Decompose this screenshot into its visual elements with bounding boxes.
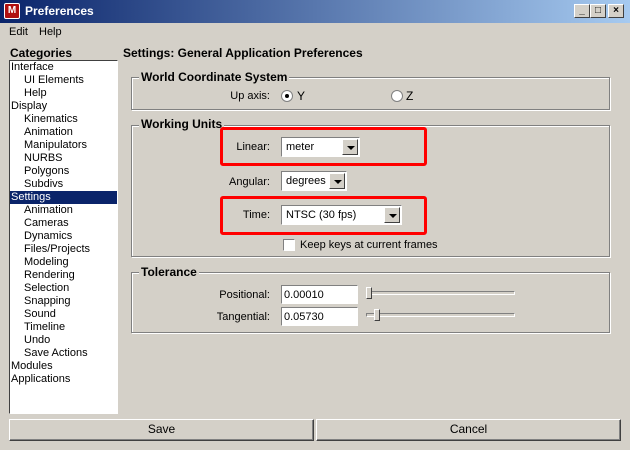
category-item[interactable]: Modeling — [24, 256, 69, 269]
up-axis-label: Up axis: — [230, 90, 270, 102]
minimize-button[interactable]: _ — [574, 4, 590, 18]
app-icon: M — [4, 3, 20, 19]
positional-label: Positional: — [219, 289, 270, 301]
category-item[interactable]: Cameras — [24, 217, 69, 230]
category-item[interactable]: Subdivs — [24, 178, 63, 191]
category-item[interactable]: Polygons — [24, 165, 69, 178]
menu-bar: Edit Help — [0, 23, 630, 41]
category-item[interactable]: Interface — [11, 61, 54, 74]
window-title: Preferences — [25, 4, 94, 18]
category-item[interactable]: Dynamics — [24, 230, 72, 243]
category-item[interactable]: Undo — [24, 334, 50, 347]
category-item[interactable]: Animation — [24, 204, 73, 217]
angular-label: Angular: — [229, 176, 270, 188]
category-item[interactable]: Settings — [10, 191, 117, 204]
time-value: NTSC (30 fps) — [286, 209, 357, 221]
category-item[interactable]: Files/Projects — [24, 243, 90, 256]
chevron-down-icon[interactable] — [329, 173, 345, 189]
tolerance-group — [131, 272, 610, 333]
tangential-slider-track[interactable] — [366, 313, 515, 317]
category-item[interactable]: NURBS — [24, 152, 63, 165]
up-axis-y-label: Y — [297, 89, 306, 103]
save-button[interactable]: Save — [9, 419, 314, 441]
categories-label: Categories — [10, 46, 73, 60]
up-axis-z-radio[interactable] — [391, 90, 403, 102]
close-button[interactable]: × — [608, 4, 624, 18]
menu-edit[interactable]: Edit — [9, 26, 28, 38]
linear-value: meter — [286, 141, 315, 153]
category-item[interactable]: Modules — [11, 360, 53, 373]
positional-field[interactable]: 0.00010 — [281, 285, 358, 304]
time-label: Time: — [242, 209, 270, 221]
angular-dropdown[interactable]: degrees — [281, 171, 347, 191]
world-coordinate-title: World Coordinate System — [139, 70, 290, 84]
cancel-button[interactable]: Cancel — [316, 419, 621, 441]
category-item[interactable]: Display — [11, 100, 47, 113]
chevron-down-icon[interactable] — [342, 139, 358, 155]
categories-list[interactable]: Interface UI Elements Help Display Kinematic… — [9, 60, 118, 414]
linear-label: Linear: — [236, 141, 270, 153]
category-item[interactable]: Snapping — [24, 295, 71, 308]
up-axis-y-radio[interactable] — [281, 90, 293, 102]
working-units-title: Working Units — [139, 117, 225, 131]
category-item[interactable]: Manipulators — [24, 139, 87, 152]
linear-dropdown[interactable]: meter — [281, 137, 360, 157]
category-item[interactable]: Kinematics — [24, 113, 78, 126]
category-item[interactable]: UI Elements — [24, 74, 84, 87]
angular-value: degrees — [286, 175, 326, 187]
up-axis-z-label: Z — [406, 89, 414, 103]
category-item[interactable]: Save Actions — [24, 347, 88, 360]
keep-keys-label: Keep keys at current frames — [300, 239, 438, 251]
positional-slider-track[interactable] — [366, 291, 515, 295]
tangential-label: Tangential: — [216, 311, 270, 323]
chevron-down-icon[interactable] — [384, 207, 400, 223]
category-item[interactable]: Help — [24, 87, 47, 100]
category-item[interactable]: Sound — [24, 308, 56, 321]
category-item[interactable]: Applications — [11, 373, 70, 386]
title-bar: M Preferences _ □ × — [0, 0, 630, 23]
tolerance-title: Tolerance — [139, 265, 199, 279]
maximize-button[interactable]: □ — [590, 4, 606, 18]
category-item[interactable]: Rendering — [24, 269, 75, 282]
category-item[interactable]: Selection — [24, 282, 69, 295]
menu-help[interactable]: Help — [39, 26, 62, 38]
keep-keys-checkbox[interactable] — [283, 239, 295, 251]
category-item[interactable]: Timeline — [24, 321, 65, 334]
category-item[interactable]: Animation — [24, 126, 73, 139]
tangential-field[interactable]: 0.05730 — [281, 307, 358, 326]
positional-slider-handle[interactable] — [366, 287, 372, 299]
tangential-slider-handle[interactable] — [374, 309, 380, 321]
page-title: Settings: General Application Preference… — [123, 46, 363, 60]
time-dropdown[interactable]: NTSC (30 fps) — [281, 205, 402, 225]
